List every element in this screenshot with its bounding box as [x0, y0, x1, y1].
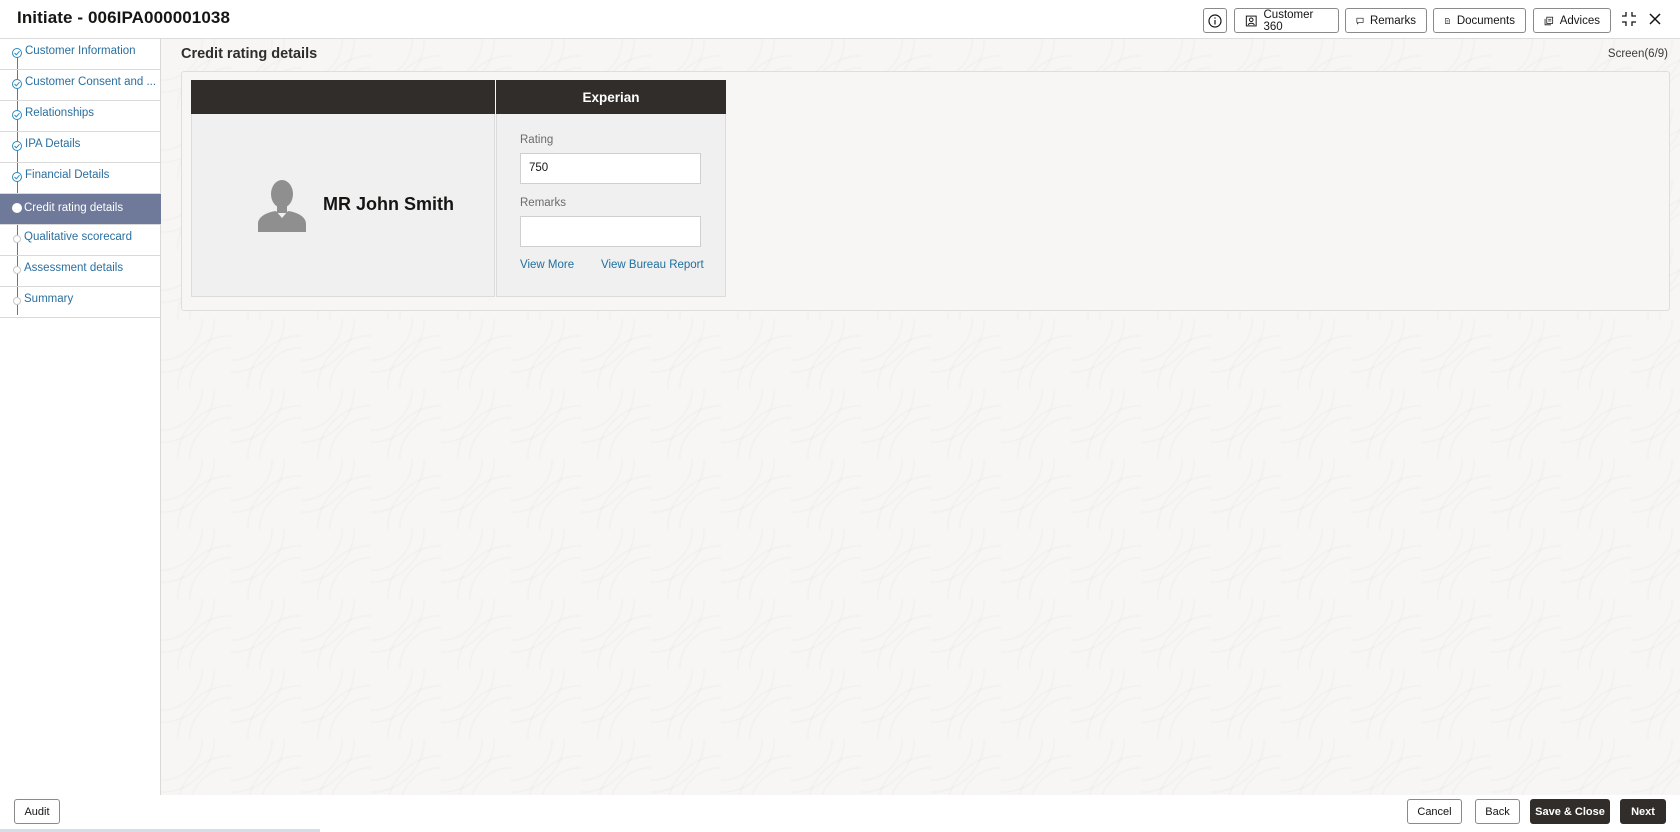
customer360-button[interactable]: Customer 360 — [1234, 8, 1339, 33]
header-bar: Initiate - 006IPA000001038 Customer 360 … — [0, 0, 1680, 39]
section-title: Credit rating details — [181, 46, 318, 62]
view-more-link[interactable]: View More — [520, 259, 574, 271]
sidebar-item-label: IPA Details — [25, 138, 81, 150]
customer360-label: Customer 360 — [1263, 8, 1314, 33]
bureau-details-cell: Rating 750 Remarks View More View Bureau… — [496, 114, 726, 297]
pending-step-dot-icon — [13, 266, 21, 274]
footer-bar: Audit Cancel Back Save & Close Next — [0, 795, 1680, 832]
check-circle-icon — [12, 48, 22, 58]
bureau-header: Experian — [496, 80, 726, 114]
main-content: Credit rating details Screen(6/9) Experi… — [161, 39, 1680, 795]
close-icon — [1649, 13, 1661, 25]
check-circle-icon — [12, 110, 22, 120]
check-circle-icon — [12, 141, 22, 151]
view-bureau-report-link[interactable]: View Bureau Report — [601, 259, 704, 271]
audit-button[interactable]: Audit — [14, 799, 60, 824]
cancel-button[interactable]: Cancel — [1407, 799, 1462, 824]
rating-label: Rating — [520, 134, 554, 146]
remarks-label: Remarks — [520, 197, 567, 209]
screen-counter: Screen(6/9) — [1607, 48, 1668, 60]
pending-step-dot-icon — [13, 297, 21, 305]
advices-icon — [1544, 16, 1554, 25]
next-button[interactable]: Next — [1620, 799, 1666, 824]
sidebar-item-label: Assessment details — [24, 262, 124, 274]
sidebar-item-label: Qualitative scorecard — [24, 231, 133, 243]
train-stops-nav: Customer Information Customer Consent an… — [0, 39, 161, 795]
sidebar-item-customer-consent[interactable]: Customer Consent and ... — [0, 70, 161, 101]
documents-button[interactable]: Documents — [1433, 8, 1526, 33]
avatar-icon — [258, 180, 306, 232]
pending-step-dot-icon — [13, 235, 21, 243]
sidebar-item-label: Financial Details — [25, 169, 110, 181]
sidebar-item-qualitative-scorecard[interactable]: Qualitative scorecard — [0, 225, 161, 256]
rating-field[interactable]: 750 — [520, 153, 701, 184]
minimize-button[interactable] — [1619, 9, 1639, 29]
sidebar-item-ipa-details[interactable]: IPA Details — [0, 132, 161, 163]
advices-button[interactable]: Advices — [1533, 8, 1611, 33]
save-close-button[interactable]: Save & Close — [1530, 799, 1610, 824]
info-icon — [1208, 13, 1222, 28]
close-button[interactable] — [1645, 9, 1665, 29]
sidebar-item-label: Customer Information — [25, 45, 136, 57]
sidebar-item-customer-information[interactable]: Customer Information — [0, 39, 161, 70]
sidebar-item-label: Customer Consent and ... — [25, 76, 157, 88]
remarks-button[interactable]: Remarks — [1345, 8, 1427, 33]
sidebar-item-financial-details[interactable]: Financial Details — [0, 163, 161, 194]
collapse-icon — [1622, 12, 1636, 26]
comment-icon — [1356, 17, 1364, 25]
sidebar-item-label: Relationships — [25, 107, 95, 119]
advices-label: Advices — [1559, 14, 1600, 27]
remarks-label: Remarks — [1369, 14, 1416, 27]
sidebar-item-assessment-details[interactable]: Assessment details — [0, 256, 161, 287]
remarks-field[interactable] — [520, 216, 701, 247]
credit-rating-card: Experian MR John Smith Rating 750 Remark… — [191, 80, 726, 297]
customer-name: MR John Smith — [323, 194, 454, 214]
documents-label: Documents — [1456, 14, 1515, 27]
customer-header-cell — [191, 80, 495, 114]
documents-icon — [1445, 17, 1450, 24]
user-card-icon — [1245, 15, 1257, 26]
back-button[interactable]: Back — [1475, 799, 1520, 824]
sidebar-item-label: Credit rating details — [24, 202, 124, 214]
credit-rating-panel: Experian MR John Smith Rating 750 Remark… — [181, 71, 1670, 311]
check-circle-icon — [12, 79, 22, 89]
sidebar-item-summary[interactable]: Summary — [0, 287, 161, 318]
page-title: Initiate - 006IPA000001038 — [17, 8, 231, 27]
info-button[interactable] — [1203, 8, 1227, 33]
sidebar-item-label: Summary — [24, 293, 74, 305]
customer-cell: MR John Smith — [191, 114, 495, 297]
sidebar-item-credit-rating-details[interactable]: Credit rating details — [0, 194, 161, 225]
check-circle-icon — [12, 172, 22, 182]
sidebar-item-relationships[interactable]: Relationships — [0, 101, 161, 132]
current-step-dot-icon — [12, 203, 22, 213]
